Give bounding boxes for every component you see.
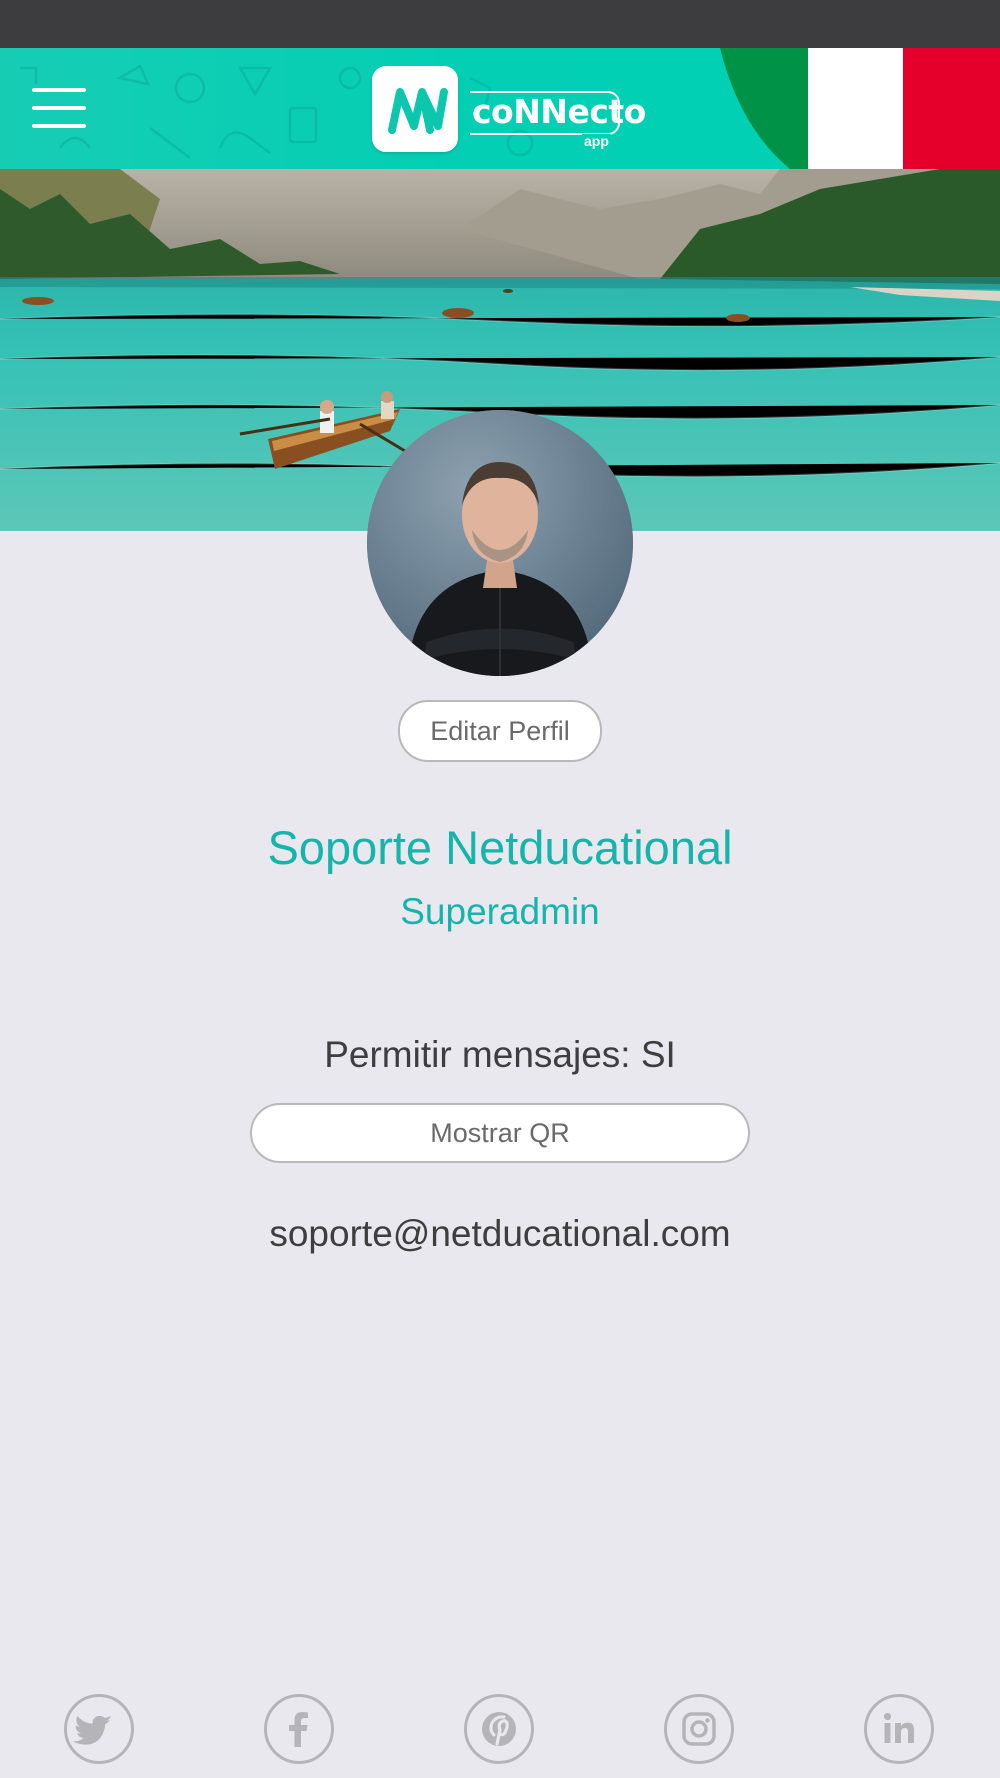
italian-flag [720,48,1000,169]
profile-avatar [367,410,633,676]
profile-email[interactable]: soporte@netducational.com [0,1209,1000,1259]
status-bar [0,0,1000,48]
linkedin-button[interactable] [864,1694,934,1764]
brand-name: coNNecto [472,92,646,131]
pinterest-button[interactable] [464,1694,534,1764]
menu-button[interactable] [32,88,86,128]
brand-sub: app [582,133,611,149]
linkedin-icon [883,1712,914,1743]
twitter-icon [72,1715,113,1745]
logo-mark [372,66,458,152]
facebook-button[interactable] [264,1694,334,1764]
twitter-button[interactable] [64,1694,134,1764]
pinterest-icon [482,1712,516,1746]
show-qr-button[interactable]: Mostrar QR [250,1103,750,1163]
app-header: coNNecto app [0,48,1000,169]
profile-name: Soporte Netducational [267,821,733,874]
allow-messages-status: Permitir mensajes: SI [324,1034,676,1075]
facebook-icon [289,1712,308,1747]
profile-role: Superadmin [400,891,600,932]
edit-profile-button[interactable]: Editar Perfil [398,700,602,762]
instagram-icon [682,1712,716,1746]
instagram-button[interactable] [664,1694,734,1764]
